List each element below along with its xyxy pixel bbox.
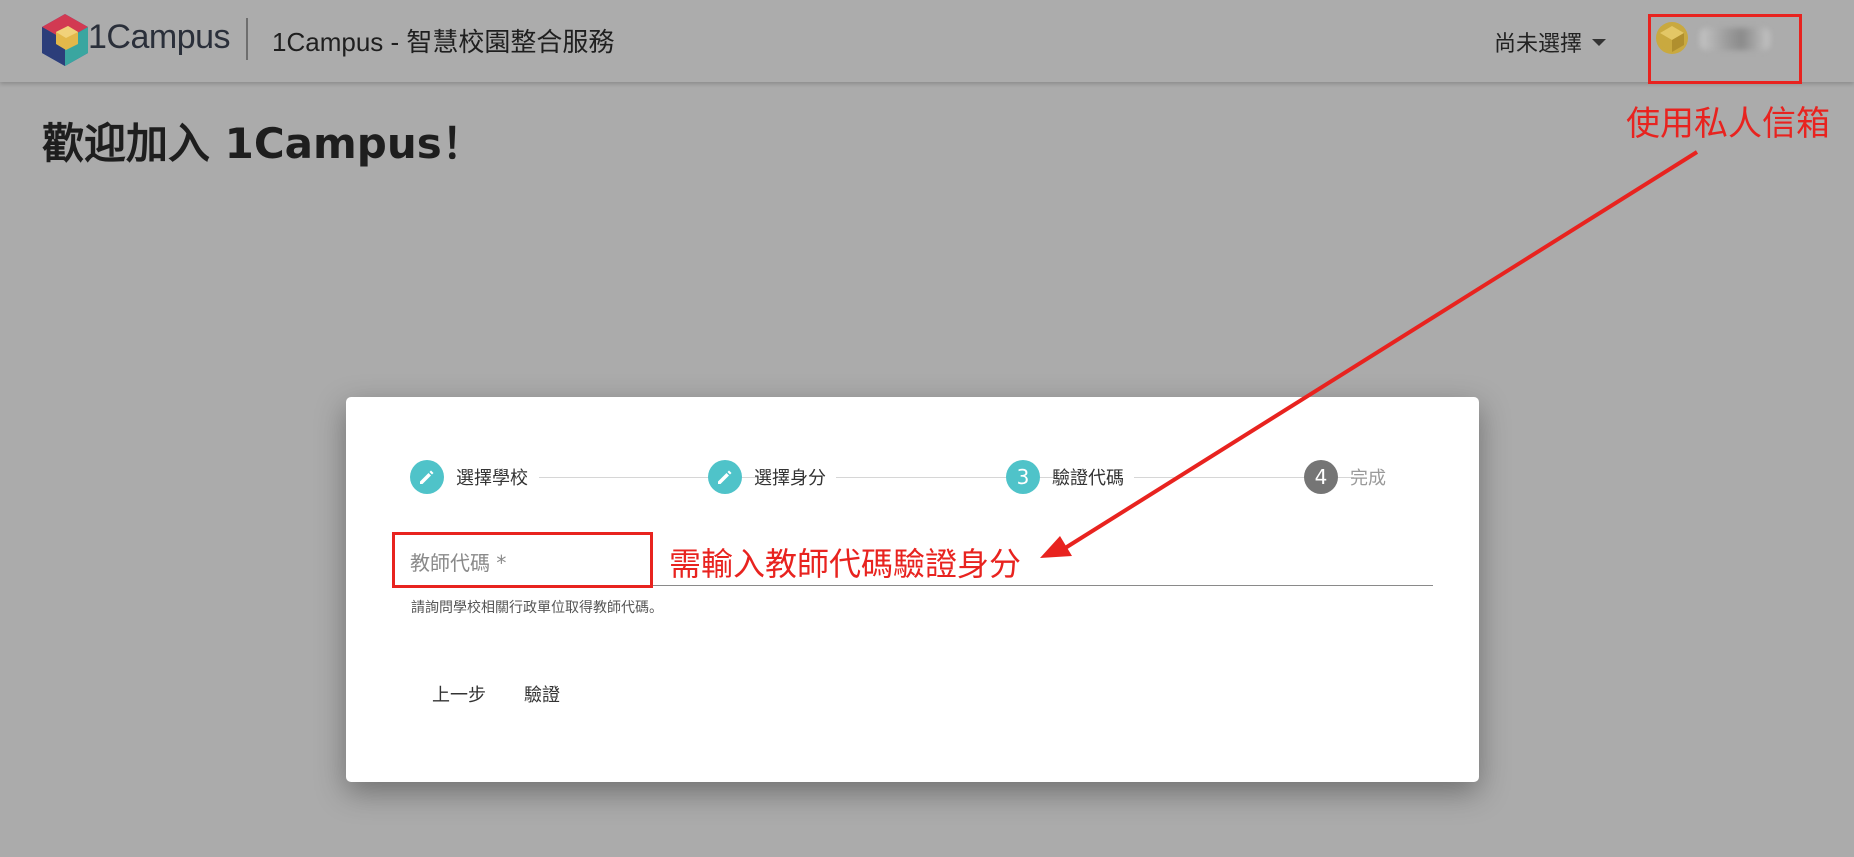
annotation-text-account: 使用私人信箱: [1626, 104, 1830, 144]
step-verify-code[interactable]: 3 驗證代碼: [1006, 460, 1124, 494]
pencil-icon: [718, 470, 732, 484]
step-circle: [410, 460, 444, 494]
role-select[interactable]: 尚未選擇: [1494, 26, 1607, 58]
verify-button[interactable]: 驗證: [516, 675, 568, 713]
1campus-logo-icon[interactable]: [38, 12, 92, 68]
step-circle: [708, 460, 742, 494]
field-underline: [393, 585, 1433, 586]
app-title: 1Campus - 智慧校園整合服務: [272, 27, 615, 57]
verification-dialog: 選擇學校 選擇身分 3 驗證代碼 4 完成 需輸入教師代碼驗證身分 請詢問學校相…: [346, 397, 1479, 782]
page-title: 歡迎加入 1Campus！: [42, 119, 484, 168]
step-label: 驗證代碼: [1052, 468, 1124, 489]
step-complete: 4 完成: [1304, 460, 1386, 494]
annotation-box-account: [1648, 14, 1802, 84]
step-number: 4: [1304, 460, 1338, 494]
step-select-school[interactable]: 選擇學校: [410, 460, 528, 494]
step-label: 完成: [1350, 468, 1386, 489]
step-number: 3: [1006, 460, 1040, 494]
header-divider: [246, 18, 248, 60]
back-button[interactable]: 上一步: [424, 675, 494, 713]
role-select-label: 尚未選擇: [1494, 32, 1583, 57]
helper-text: 請詢問學校相關行政單位取得教師代碼。: [411, 600, 663, 616]
step-label: 選擇身分: [754, 468, 826, 489]
annotation-text-field: 需輸入教師代碼驗證身分: [669, 545, 1022, 583]
teacher-code-input[interactable]: [408, 545, 632, 581]
logo-text: 1Campus: [88, 18, 231, 56]
top-app-bar: 1Campus 1Campus - 智慧校園整合服務 尚未選擇: [0, 0, 1854, 82]
pencil-icon: [420, 470, 434, 484]
step-label: 選擇學校: [456, 468, 528, 489]
step-select-role[interactable]: 選擇身分: [708, 460, 826, 494]
caret-down-icon: [1592, 38, 1607, 46]
